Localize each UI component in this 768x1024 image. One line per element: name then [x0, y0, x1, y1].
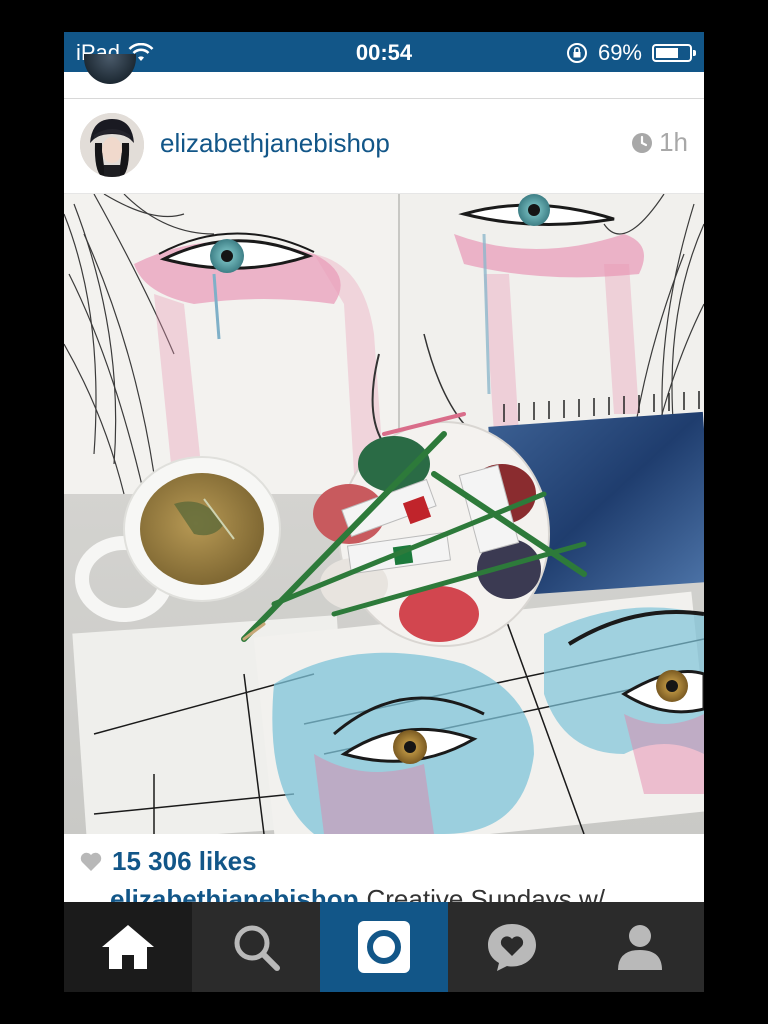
battery-level: [656, 48, 679, 58]
tab-search[interactable]: [192, 902, 320, 992]
search-icon: [234, 925, 280, 971]
previous-post-edge: [64, 54, 704, 99]
post-photo[interactable]: [64, 194, 704, 834]
post-timestamp: 1h: [631, 127, 688, 158]
timestamp-text: 1h: [659, 127, 688, 157]
tab-camera[interactable]: [320, 902, 448, 992]
likes-count[interactable]: 15 306 likes: [112, 846, 257, 877]
status-bar: iPad 00:54 69%: [64, 32, 704, 72]
post-username[interactable]: elizabethjanebishop: [160, 128, 390, 159]
profile-icon: [618, 925, 662, 970]
activity-icon: [488, 924, 536, 971]
tab-activity[interactable]: [448, 902, 576, 992]
heart-icon: [80, 852, 102, 871]
avatar[interactable]: [80, 113, 144, 177]
previous-post-avatar[interactable]: [84, 54, 136, 84]
home-icon: [102, 925, 154, 969]
status-right: 69%: [566, 40, 696, 66]
instagram-app-screen: iPad 00:54 69% elizabethjanebishop 1h 15…: [64, 32, 704, 992]
tab-profile[interactable]: [576, 902, 704, 992]
tab-home[interactable]: [64, 902, 192, 992]
rotation-lock-icon: [566, 43, 587, 63]
camera-icon: [358, 921, 410, 973]
clock-icon: [632, 132, 653, 153]
battery-percent: 69%: [597, 40, 642, 65]
battery-icon: [652, 44, 696, 62]
likes-row[interactable]: 15 306 likes: [80, 846, 257, 877]
tab-bar: [64, 902, 704, 992]
post-header: elizabethjanebishop 1h: [64, 99, 704, 194]
